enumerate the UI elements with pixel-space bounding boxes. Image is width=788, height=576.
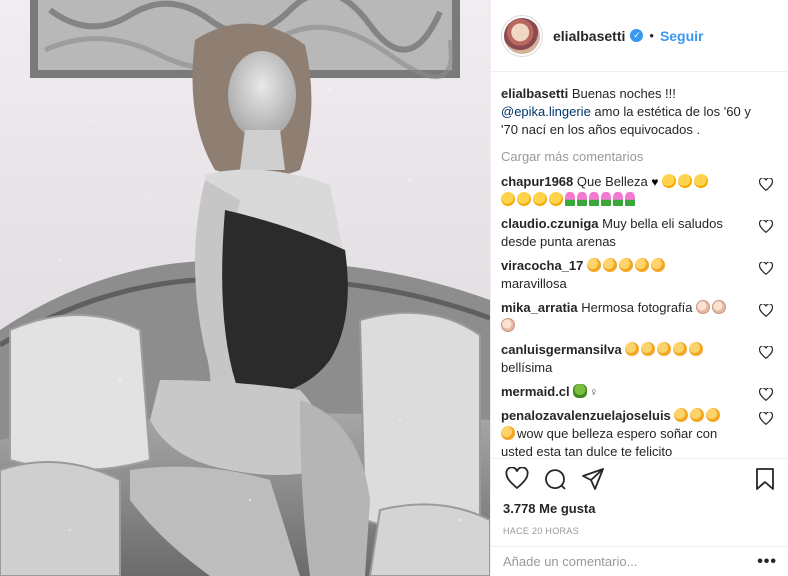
post-sidebar: elialbasetti ✓ • Seguir elialbasetti Bue… xyxy=(490,0,788,576)
instagram-post: elialbasetti ✓ • Seguir elialbasetti Bue… xyxy=(0,0,788,576)
kiss-emoji-icon xyxy=(501,192,515,206)
clapping-emoji-icon xyxy=(657,342,672,356)
tulip-emoji-icon xyxy=(613,192,623,206)
comment-like-heart-icon[interactable] xyxy=(759,304,773,317)
clapping-emoji-icon xyxy=(641,342,656,356)
caption-username[interactable]: elialbasetti xyxy=(501,86,568,101)
comment-username[interactable]: chapur1968 xyxy=(501,174,573,189)
comment-text: Hermosa fotografía xyxy=(581,300,693,315)
clapping-emoji-icon xyxy=(674,408,689,422)
clapping-emoji-icon xyxy=(673,342,688,356)
kiss-emoji-icon xyxy=(549,192,563,206)
clapping-emoji-icon xyxy=(635,258,650,272)
kiss-emoji-icon xyxy=(533,192,547,206)
post-header: elialbasetti ✓ • Seguir xyxy=(491,0,788,72)
clapping-emoji-icon xyxy=(501,426,515,440)
post-photo[interactable] xyxy=(0,0,490,576)
avatar[interactable] xyxy=(501,14,543,57)
tulip-emoji-icon xyxy=(625,192,635,206)
kiss-emoji-icon xyxy=(662,174,677,188)
clapping-emoji-icon xyxy=(501,318,515,332)
comment-text: maravillosa xyxy=(501,276,567,291)
comment-text: bellísima xyxy=(501,360,553,375)
female-sign-icon: ♀ xyxy=(589,385,599,399)
clapping-emoji-icon xyxy=(651,258,666,272)
add-comment-bar: ••• xyxy=(491,546,788,576)
comment-text: wow que belleza espero soñar con usted e… xyxy=(501,426,718,458)
kiss-emoji-icon xyxy=(517,192,531,206)
comment-like-heart-icon[interactable] xyxy=(759,178,773,191)
tulip-emoji-icon xyxy=(589,192,599,206)
post-timestamp[interactable]: HACE 20 HORAS xyxy=(503,526,777,536)
likes-count[interactable]: 3.778 Me gusta xyxy=(503,501,777,516)
comment-item: penalozavalenzuelajoseluis wow que belle… xyxy=(501,404,775,458)
comment-username[interactable]: mika_arratia xyxy=(501,300,578,315)
heart-icon[interactable] xyxy=(505,467,529,491)
action-icons-row xyxy=(503,459,777,499)
kiss-emoji-icon xyxy=(694,174,709,188)
load-more-comments-button[interactable]: Cargar más comentarios xyxy=(501,149,775,164)
header-separator: • xyxy=(649,28,654,43)
share-icon[interactable] xyxy=(581,467,605,491)
clapping-emoji-icon xyxy=(689,342,704,356)
verified-badge-icon: ✓ xyxy=(630,29,644,42)
comment-item: mika_arratia Hermosa fotografía xyxy=(501,296,775,338)
comment-like-heart-icon[interactable] xyxy=(759,262,773,275)
black-heart-emoji-icon: ♥ xyxy=(651,175,659,189)
follow-button[interactable]: Seguir xyxy=(660,28,704,44)
comment-item: mermaid.cl ♀ xyxy=(501,380,775,404)
clapping-emoji-icon xyxy=(690,408,705,422)
comment-username[interactable]: viracocha_17 xyxy=(501,258,583,273)
comments-section[interactable]: elialbasetti Buenas noches !!! @epika.li… xyxy=(491,73,788,458)
comment-item: canluisgermansilva bellísima xyxy=(501,338,775,380)
clapping-emoji-icon xyxy=(619,258,634,272)
header-username[interactable]: elialbasetti xyxy=(553,28,625,44)
clapping-emoji-icon xyxy=(706,408,721,422)
post-caption: elialbasetti Buenas noches !!! @epika.li… xyxy=(501,85,775,139)
comment-like-heart-icon[interactable] xyxy=(759,220,773,233)
comment-username[interactable]: mermaid.cl xyxy=(501,384,570,399)
comment-like-heart-icon[interactable] xyxy=(759,412,773,425)
clapping-emoji-icon xyxy=(712,300,727,314)
comment-text: Que Belleza xyxy=(576,174,648,189)
comment-username[interactable]: canluisgermansilva xyxy=(501,342,622,357)
kiss-emoji-icon xyxy=(678,174,693,188)
comment-item: viracocha_17 maravillosa xyxy=(501,254,775,296)
comment-like-heart-icon[interactable] xyxy=(759,388,773,401)
comment-item: claudio.czuniga Muy bella eli saludos de… xyxy=(501,212,775,254)
comment-username[interactable]: claudio.czuniga xyxy=(501,216,599,231)
comment-item: chapur1968 Que Belleza ♥ xyxy=(501,170,775,212)
clapping-emoji-icon xyxy=(603,258,618,272)
photo-illustration xyxy=(0,0,490,576)
tulip-emoji-icon xyxy=(577,192,587,206)
more-options-button[interactable]: ••• xyxy=(757,553,777,571)
avatar-image xyxy=(504,17,540,54)
add-comment-input[interactable] xyxy=(503,554,758,569)
tulip-emoji-icon xyxy=(565,192,575,206)
tulip-emoji-icon xyxy=(601,192,611,206)
plant-emoji-icon xyxy=(573,384,588,398)
comment-icon[interactable] xyxy=(543,467,567,491)
clapping-emoji-icon xyxy=(587,258,602,272)
caption-mention[interactable]: @epika.lingerie xyxy=(501,104,591,119)
bookmark-icon[interactable] xyxy=(753,467,777,491)
clapping-emoji-icon xyxy=(625,342,640,356)
caption-text-before: Buenas noches !!! xyxy=(568,86,676,101)
clapping-emoji-icon xyxy=(696,300,711,314)
comment-username[interactable]: penalozavalenzuelajoseluis xyxy=(501,408,671,423)
comment-like-heart-icon[interactable] xyxy=(759,346,773,359)
